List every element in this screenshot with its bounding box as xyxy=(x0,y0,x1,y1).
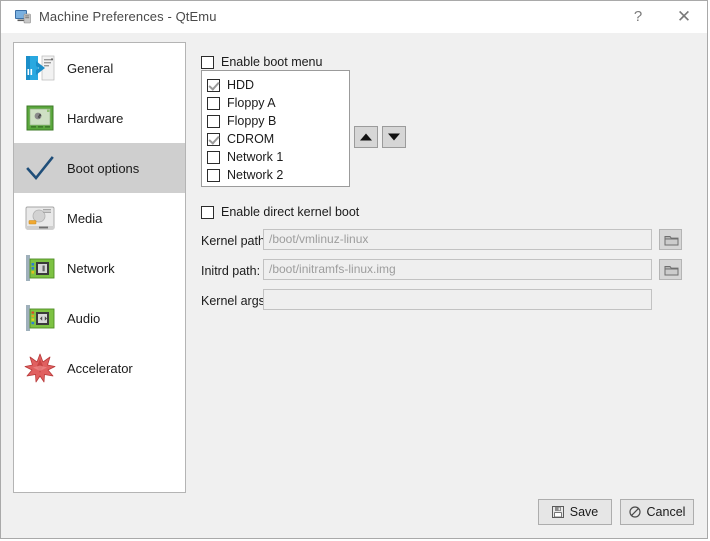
close-button[interactable]: ✕ xyxy=(661,1,707,33)
folder-icon xyxy=(664,236,679,246)
audio-icon xyxy=(26,305,55,331)
boot-device-label: Network 2 xyxy=(227,168,284,182)
boot-device-label: HDD xyxy=(227,78,255,92)
boot-device-checkbox[interactable] xyxy=(207,114,220,128)
kernel-args-input[interactable] xyxy=(263,289,652,310)
floppy-save-icon xyxy=(551,506,564,518)
enable-direct-kernel-boot-checkbox[interactable] xyxy=(201,205,214,219)
enable-direct-kernel-boot-row[interactable]: Enable direct kernel boot xyxy=(201,205,359,219)
list-item[interactable]: Floppy A xyxy=(207,94,349,112)
list-item[interactable]: Network 2 xyxy=(207,166,349,184)
accelerator-icon xyxy=(24,353,56,383)
move-up-button[interactable] xyxy=(354,126,378,148)
enable-direct-kernel-boot-label: Enable direct kernel boot xyxy=(221,205,360,219)
sidebar-item-general[interactable]: General xyxy=(14,43,185,93)
save-button-label: Save xyxy=(569,505,599,519)
kernel-args-label: Kernel args: xyxy=(201,294,269,308)
cancel-button[interactable]: Cancel xyxy=(620,499,694,525)
list-item[interactable]: Network 1 xyxy=(207,148,349,166)
boot-device-label: CDROM xyxy=(227,132,275,146)
boot-device-checkbox[interactable] xyxy=(207,96,220,110)
sidebar-item-label: Boot options xyxy=(67,160,140,176)
sidebar-item-audio[interactable]: Audio xyxy=(14,293,185,343)
sidebar-item-label: Accelerator xyxy=(67,360,133,376)
sidebar-item-media[interactable]: Media xyxy=(14,193,185,243)
sidebar-item-boot-options[interactable]: Boot options xyxy=(14,143,185,193)
arrow-up-icon xyxy=(360,133,372,141)
boot-device-label: Floppy B xyxy=(227,114,277,128)
category-sidebar[interactable]: General Hardware Boot options Media Netw… xyxy=(13,42,186,493)
enable-boot-menu-row[interactable]: Enable boot menu xyxy=(201,55,322,69)
sidebar-item-label: General xyxy=(67,60,114,76)
boot-device-checkbox[interactable] xyxy=(207,78,220,92)
computer-icon xyxy=(15,10,31,24)
hardware-icon xyxy=(26,105,54,131)
list-item[interactable]: Floppy B xyxy=(207,112,349,130)
boot-device-checkbox[interactable] xyxy=(207,132,220,146)
enable-boot-menu-checkbox[interactable] xyxy=(201,55,214,69)
boot-device-checkbox[interactable] xyxy=(207,168,220,182)
save-button[interactable]: Save xyxy=(538,499,612,525)
list-item[interactable]: CDROM xyxy=(207,130,349,148)
general-icon xyxy=(26,55,55,81)
move-down-button[interactable] xyxy=(382,126,406,148)
folder-icon xyxy=(664,266,679,276)
sidebar-item-accelerator[interactable]: Accelerator xyxy=(14,343,185,393)
machine-preferences-dialog: Machine Preferences - QtEmu ? ✕ General xyxy=(0,0,708,539)
initrd-path-browse-button[interactable] xyxy=(659,259,682,280)
kernel-path-label: Kernel path: xyxy=(201,234,269,248)
sidebar-item-label: Hardware xyxy=(67,110,124,126)
media-icon xyxy=(25,206,55,230)
sidebar-item-hardware[interactable]: Hardware xyxy=(14,93,185,143)
boot-options-pane: Enable boot menu HDD Floppy A Floppy B C… xyxy=(197,42,697,493)
list-item[interactable]: HDD xyxy=(207,76,349,94)
boot-device-label: Floppy A xyxy=(227,96,276,110)
sidebar-item-label: Media xyxy=(67,210,103,226)
kernel-path-input[interactable]: /boot/vmlinuz-linux xyxy=(263,229,652,250)
boot-device-label: Network 1 xyxy=(227,150,284,164)
titlebar: Machine Preferences - QtEmu ? ✕ xyxy=(1,1,707,33)
sidebar-item-label: Audio xyxy=(67,310,101,326)
initrd-path-input[interactable]: /boot/initramfs-linux.img xyxy=(263,259,652,280)
help-button[interactable]: ? xyxy=(615,1,661,33)
window-title: Machine Preferences - QtEmu xyxy=(39,9,217,24)
network-icon xyxy=(26,255,55,281)
boot-device-list[interactable]: HDD Floppy A Floppy B CDROM Network 1 Ne… xyxy=(201,70,350,187)
boot-options-icon xyxy=(26,156,54,181)
kernel-path-browse-button[interactable] xyxy=(659,229,682,250)
boot-device-checkbox[interactable] xyxy=(207,150,220,164)
sidebar-item-label: Network xyxy=(67,260,115,276)
cancel-button-label: Cancel xyxy=(646,505,686,519)
initrd-path-label: Initrd path: xyxy=(201,264,261,278)
arrow-down-icon xyxy=(388,133,400,141)
sidebar-item-network[interactable]: Network xyxy=(14,243,185,293)
enable-boot-menu-label: Enable boot menu xyxy=(221,55,323,69)
cancel-circle-icon xyxy=(628,506,641,518)
